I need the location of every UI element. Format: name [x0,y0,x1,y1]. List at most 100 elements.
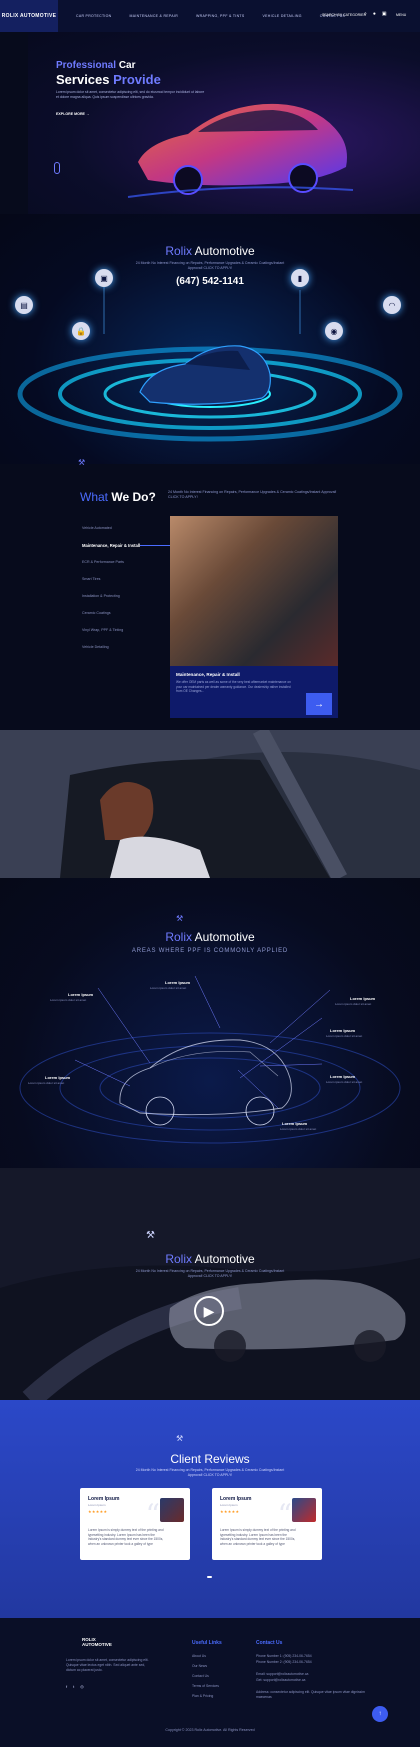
ppf-subtitle: AREAS WHERE PPF IS COMMONLY APPLIED [131,948,289,954]
ppf-callout-sub: Lorem ipsum dolor sit amet [28,1081,65,1085]
links-heading: Useful Links [192,1640,222,1646]
video-subtitle: 24 Month No Interest Financing on Repair… [135,1269,285,1278]
copyright: Copyright © 2023 Rolix Automotive. All R… [165,1728,255,1732]
service-item[interactable]: Installation & Protecting [82,594,120,598]
carousel-dot[interactable] [207,1576,212,1578]
explore-more-button[interactable]: EXPLORE MORE → [56,112,90,116]
footer-email[interactable]: Email: support@rolixautomotive.ca [256,1672,308,1677]
footer-phone: Phone Number 1: (905) 234-06-7654 [256,1654,312,1658]
client-reviews-section: ⚒ Client Reviews 24 Month No Interest Fi… [0,1400,420,1618]
search-categories[interactable]: SEARCH BY CATEGORIES [322,13,366,17]
footer-link[interactable]: Terms of Services [192,1684,219,1689]
service-item-active[interactable]: Maintenance, Repair & Install [82,543,140,548]
review-card: Lorem Ipsum Lorem Ipsum ★★★★★ “ Lorem Ip… [80,1488,190,1560]
arrow-right-icon[interactable]: → [306,693,332,715]
footer: ROLIX AUTOMOTIVE Lorem ipsum dolor sit a… [0,1618,420,1747]
reviews-title: Client Reviews [170,1452,250,1466]
search-icon[interactable]: ⌕ [364,11,367,17]
scroll-mouse-icon [54,162,60,174]
site-logo[interactable]: ROLIX AUTOMOTIVE [0,0,58,32]
ppf-callout-title: Lorem Ipsum [45,1075,71,1080]
service-card-title: Maintenance, Repair & Install [176,672,240,677]
footer-address: Address: consectetur adipiscing elit. Qu… [256,1690,365,1699]
nav-icons: ⌕ ● ▣ [364,11,387,17]
footer-link[interactable]: Contact Us [192,1674,209,1679]
spray-gun-icon: ⚒ [176,1434,184,1443]
back-to-top-icon[interactable]: ↑ [372,1706,388,1722]
spray-gun-icon: ⚒ [146,1230,155,1241]
social-links: f t ◎ [66,1684,84,1689]
reviews-subtitle: 24 Month No Interest Financing on Repair… [135,1468,285,1477]
ppf-callout-title: Lorem Ipsum [282,1121,308,1126]
nav-links: CAR PROTECTION MAINTENANCE & REPAIR WRAP… [76,14,345,18]
car-network-illustration [17,282,403,442]
spray-gun-icon: ⚒ [176,914,184,923]
ppf-callout-sub: Lorem ipsum dolor sit amet [150,986,187,990]
quote-icon: “ [277,1498,292,1531]
footer-link[interactable]: Our News [192,1664,207,1669]
driver-photo-banner [0,730,420,878]
hero-line1-a: Professional [56,60,117,71]
instagram-icon[interactable]: ◎ [80,1684,84,1689]
footer-link[interactable]: About Us [192,1654,206,1659]
cart-icon[interactable]: ▣ [382,11,387,17]
service-item[interactable]: Vehicle Automated [82,526,112,530]
hero-line2-a: Services [56,72,110,87]
nav-link-wrapping[interactable]: WRAPPING, PPF & TINTS [196,14,244,18]
active-underline [140,545,170,546]
quote-icon: “ [145,1498,160,1531]
services-section: ⚒ What We Do? 24 Month No Interest Finan… [0,458,420,730]
battery-icon: ▮ [291,269,309,287]
ppf-callout-title: Lorem Ipsum [165,980,191,985]
ppf-callout-sub: Lorem ipsum dolor sit amet [326,1080,363,1084]
connect-brand-b: Automotive [194,244,255,258]
hero-line1-b: Car [118,60,136,71]
ppf-brand-a: Rolix [165,930,192,944]
play-icon[interactable]: ▶ [194,1296,224,1326]
video-brand-b: Automotive [194,1252,255,1266]
service-item[interactable]: Smart Tires [82,577,100,581]
connect-brand-a: Rolix [165,244,192,258]
ppf-callout-title: Lorem Ipsum [68,992,94,997]
footer-phone: Phone Number 2: (905) 234-06-7654 [256,1660,312,1664]
review-car-thumbnail [160,1498,184,1522]
user-icon[interactable]: ● [373,11,376,17]
ppf-callout-sub: Lorem ipsum dolor sit amet [50,998,87,1002]
footer-logo[interactable]: ROLIX AUTOMOTIVE [82,1634,124,1650]
nav-link-car-protection[interactable]: CAR PROTECTION [76,14,112,18]
service-item[interactable]: Ceramic Coatings [82,611,111,615]
service-item[interactable]: ECR & Performance Parts [82,560,124,564]
menu-button[interactable]: MENU [396,13,406,17]
ppf-callout-sub: Lorem ipsum dolor sit amet [280,1127,317,1131]
contact-heading: Contact Us [256,1640,283,1646]
ppf-areas-section: ⚒ Rolix Automotive AREAS WHERE PPF IS CO… [0,878,420,1168]
twitter-icon[interactable]: t [73,1684,74,1689]
video-section: ⚒ Rolix Automotive 24 Month No Interest … [0,1168,420,1400]
service-item[interactable]: Vehicle Detailing [82,645,109,649]
connect-subtitle: 24 Month No Interest Financing on Repair… [135,261,285,270]
chip-icon: ▣ [95,269,113,287]
lock-icon: 🔒 [72,322,90,340]
hero-section: Professional Car Services Provide Lorem … [28,32,420,214]
review-card: Lorem Ipsum Lorem Ipsum ★★★★★ “ Lorem Ip… [212,1488,322,1560]
nav-link-detailing[interactable]: VEHICLE DETAILING [262,14,301,18]
footer-about: Lorem ipsum dolor sit amet, consectetur … [66,1658,149,1672]
service-item[interactable]: Vinyl Wrap, PPF & Tinting [82,628,123,632]
ppf-brand: Rolix Automotive [0,930,420,944]
review-car-thumbnail [292,1498,316,1522]
dashboard-icon: ▤ [15,296,33,314]
services-title: What We Do? [80,490,156,504]
video-brand: Rolix Automotive [0,1252,420,1266]
ppf-brand-b: Automotive [194,930,255,944]
facebook-icon[interactable]: f [66,1684,67,1689]
ppf-callout-title: Lorem Ipsum [330,1074,356,1079]
footer-link[interactable]: Plan & Pricing [192,1694,213,1699]
location-pin-icon: ◉ [325,322,343,340]
nav-link-maintenance[interactable]: MAINTENANCE & REPAIR [130,14,179,18]
page: ROLIX AUTOMOTIVE CAR PROTECTION MAINTENA… [0,0,420,1747]
footer-email[interactable]: Get: support@rolixautomotive.ca [256,1678,305,1683]
video-background-image [0,1168,420,1400]
video-brand-a: Rolix [165,1252,192,1266]
service-card-text: We offer OEM parts as well as some of th… [176,680,291,694]
top-navigation: ROLIX AUTOMOTIVE CAR PROTECTION MAINTENA… [0,0,420,32]
